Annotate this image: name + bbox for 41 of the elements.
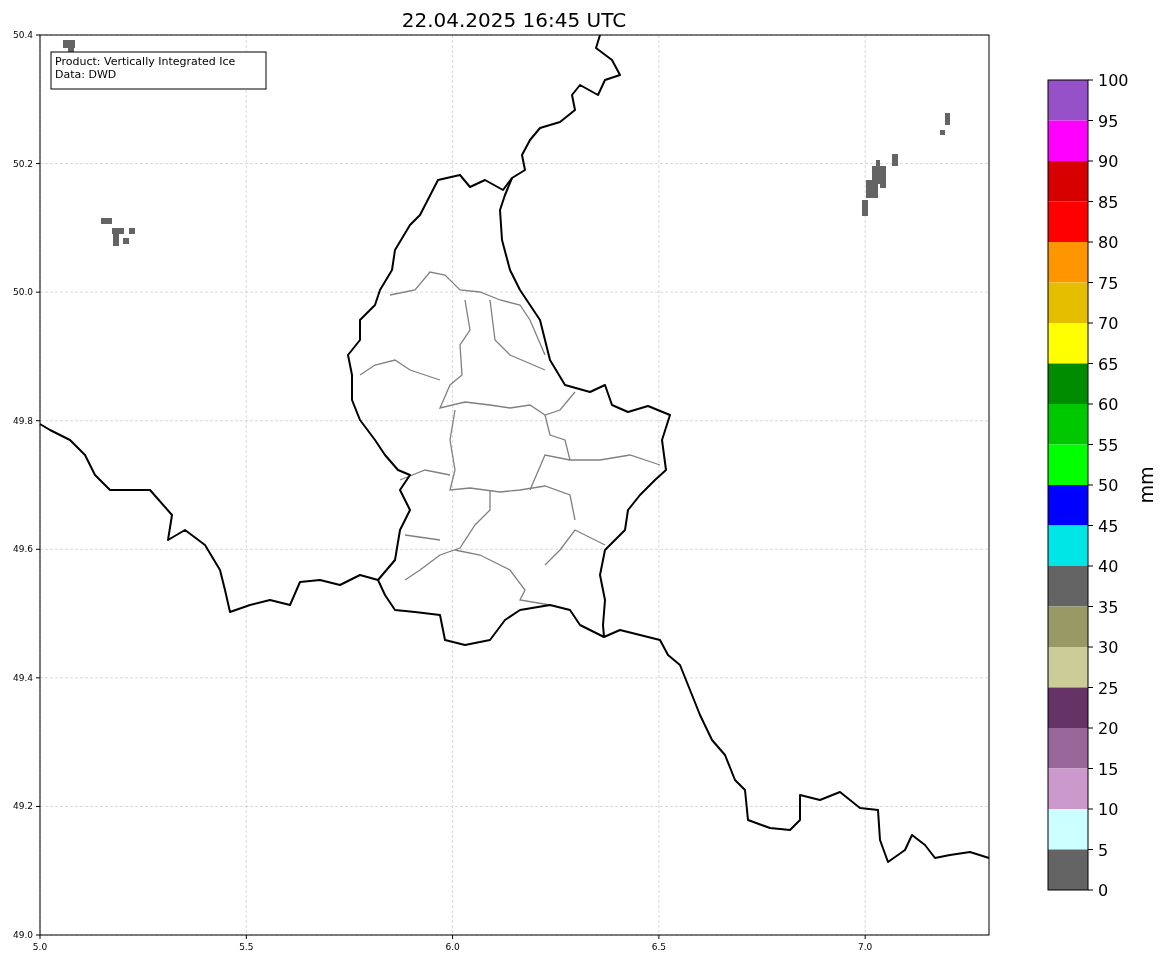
radar-echo-drawing <box>63 40 75 52</box>
axis-tick-label: 7.0 <box>858 942 873 952</box>
colorbar-tick-label: 35 <box>1098 597 1119 617</box>
colorbar-tick-label: 40 <box>1098 557 1119 576</box>
colorbar-tick-label: 15 <box>1098 759 1119 779</box>
colorbar-tick-label: 0 <box>1098 881 1109 900</box>
colorbar-label: mm <box>1135 466 1157 504</box>
colorbar-tick-label: 100 <box>1098 71 1129 90</box>
axis-tick-label: 5.0 <box>32 942 48 952</box>
colorbar-tick-label: 10 <box>1098 800 1119 819</box>
colorbar-tick-label: 90 <box>1098 152 1119 171</box>
colorbar-tick-label: 80 <box>1098 233 1119 252</box>
colorbar-tick-label: 50 <box>1098 476 1119 495</box>
colorbar-tick-label: 25 <box>1098 678 1119 698</box>
colorbar-tick-label: 55 <box>1098 435 1119 455</box>
colorbar-tick-label: 95 <box>1098 111 1119 131</box>
radar-echo-drawing <box>940 113 950 135</box>
colorbar-tick-label: 75 <box>1098 273 1119 293</box>
colorbar-tick-label: 45 <box>1098 516 1119 536</box>
axis-tick-label: 6.0 <box>445 942 460 952</box>
colorbar-tick-label: 5 <box>1098 840 1109 860</box>
colorbar-tick-label: 85 <box>1098 192 1119 212</box>
axis-tick-label: 49.0 <box>12 930 33 940</box>
axis-tick-label: 49.4 <box>12 672 33 683</box>
radar-echo-drawing <box>101 218 135 246</box>
axis-tick-label: 49.6 <box>12 544 33 555</box>
axis-tick-label: 49.8 <box>12 415 33 426</box>
axis-tick-label: 50.2 <box>12 158 33 169</box>
radar-echo-drawing <box>862 154 898 216</box>
map-title: 22.04.2025 16:45 UTC <box>401 8 627 32</box>
colorbar-tick-label: 20 <box>1098 719 1119 738</box>
colorbar-tick-label: 65 <box>1098 354 1119 374</box>
axis-tick-label: 6.5 <box>651 942 667 952</box>
colorbar-tick-label: 60 <box>1098 395 1119 414</box>
colorbar-tick-label: 30 <box>1098 638 1119 657</box>
axis-tick-label: 49.2 <box>12 801 33 812</box>
info-box: Product: Vertically Integrated Ice Data: DWD <box>50 51 267 90</box>
axis-tick-label: 50.4 <box>12 30 33 40</box>
axis-tick-label: 5.5 <box>239 942 254 952</box>
axis-tick-label: 50.0 <box>12 287 33 298</box>
colorbar-tick-label: 70 <box>1098 314 1119 333</box>
